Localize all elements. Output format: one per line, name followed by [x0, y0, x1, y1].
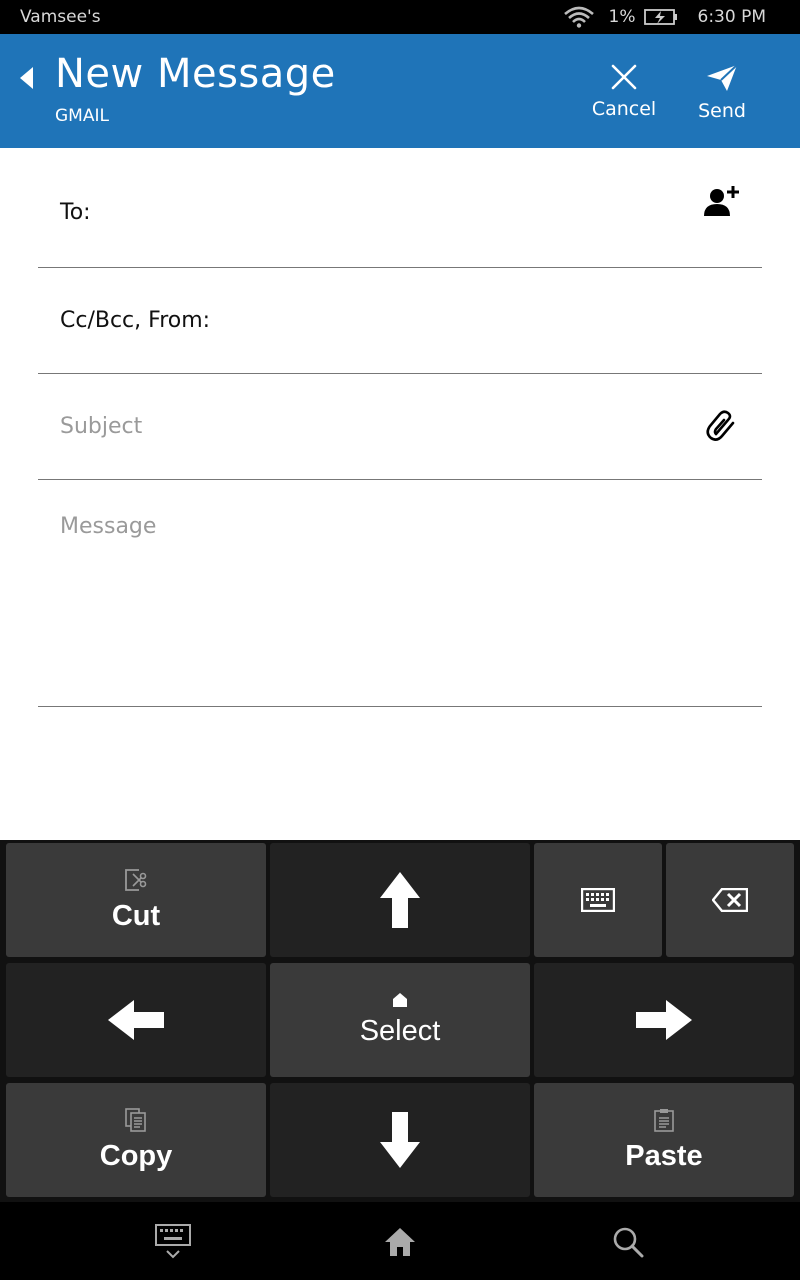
app-header: New Message GMAIL Cancel Send: [0, 34, 800, 148]
page-title: New Message: [55, 51, 336, 97]
add-person-icon: [704, 186, 739, 216]
add-contact-button[interactable]: [704, 184, 740, 218]
battery-percent: 1%: [608, 7, 636, 27]
status-bar: Vamsee's 1% 6:30 PM: [0, 0, 800, 34]
keyboard-icon: [581, 888, 615, 912]
paste-label: Paste: [625, 1139, 703, 1172]
arrow-left-icon: [108, 1000, 164, 1040]
cancel-button[interactable]: Cancel: [574, 64, 674, 134]
copy-icon: [125, 1107, 146, 1132]
arrow-left-key[interactable]: [6, 963, 266, 1077]
search-button[interactable]: [606, 1220, 650, 1264]
wifi-icon: [563, 6, 594, 28]
hide-keyboard-icon: [155, 1224, 191, 1259]
message-body-input[interactable]: Message: [38, 480, 762, 707]
to-label: To:: [60, 200, 91, 225]
paste-key[interactable]: Paste: [534, 1083, 794, 1197]
copy-label: Copy: [99, 1139, 173, 1172]
status-indicators: 1% 6:30 PM: [563, 6, 766, 28]
select-label: Select: [359, 1014, 441, 1047]
send-button[interactable]: Send: [672, 64, 772, 134]
arrow-up-icon: [380, 872, 420, 928]
arrow-up-key[interactable]: [270, 843, 530, 957]
arrow-right-icon: [636, 1000, 692, 1040]
home-icon: [385, 1228, 415, 1256]
account-label: GMAIL: [55, 106, 109, 126]
close-icon: [611, 64, 637, 90]
paperclip-icon: [706, 410, 735, 441]
carrier-name: Vamsee's: [20, 7, 101, 27]
cc-bcc-from-label: Cc/Bcc, From:: [60, 308, 211, 333]
arrow-right-key[interactable]: [534, 963, 794, 1077]
hide-keyboard-button[interactable]: [151, 1220, 195, 1264]
arrow-down-icon: [380, 1112, 420, 1168]
select-indicator-icon: [393, 992, 407, 1007]
subject-input[interactable]: Subject: [38, 374, 762, 480]
show-keyboard-key[interactable]: [534, 843, 662, 957]
subject-placeholder: Subject: [60, 414, 143, 439]
to-field[interactable]: To:: [38, 148, 762, 268]
paste-icon: [654, 1108, 674, 1132]
back-arrow-icon: [20, 67, 33, 89]
cut-key[interactable]: Cut: [6, 843, 266, 957]
back-button[interactable]: [12, 58, 42, 98]
edit-keyboard: Cut Select Copy Paste: [0, 840, 800, 1202]
send-icon: [707, 64, 738, 91]
search-icon: [613, 1227, 644, 1258]
backspace-key[interactable]: [666, 843, 794, 957]
clock: 6:30 PM: [697, 7, 767, 27]
cut-label: Cut: [111, 899, 161, 932]
copy-key[interactable]: Copy: [6, 1083, 266, 1197]
message-placeholder: Message: [60, 514, 157, 539]
arrow-down-key[interactable]: [270, 1083, 530, 1197]
select-key[interactable]: Select: [270, 963, 530, 1077]
home-button[interactable]: [378, 1220, 422, 1264]
backspace-icon: [712, 888, 748, 912]
cc-bcc-from-field[interactable]: Cc/Bcc, From:: [38, 268, 762, 374]
navigation-bar: [0, 1202, 800, 1280]
cancel-label: Cancel: [591, 98, 657, 120]
send-label: Send: [698, 100, 746, 122]
cut-icon: [125, 868, 147, 891]
battery-charging-icon: [643, 9, 677, 25]
attach-button[interactable]: [706, 410, 738, 444]
